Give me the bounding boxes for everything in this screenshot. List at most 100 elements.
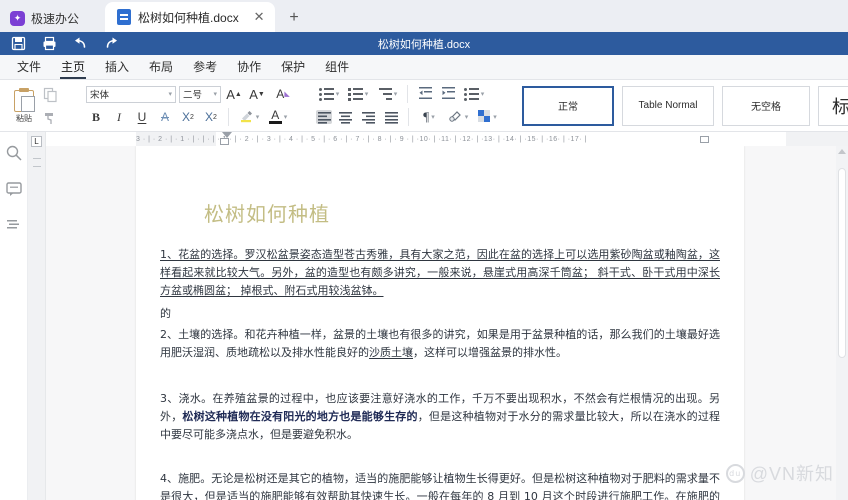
quick-access-toolbar bbox=[0, 35, 120, 52]
format-painter-icon[interactable] bbox=[42, 109, 59, 126]
save-icon[interactable] bbox=[10, 35, 27, 52]
menu-item-home[interactable]: 主页 bbox=[52, 55, 94, 79]
strikethrough-button[interactable]: A bbox=[155, 108, 175, 127]
style-table-normal-label: Table Normal bbox=[638, 100, 698, 111]
underline-button[interactable]: U bbox=[132, 108, 152, 127]
app-logo-icon: ✦ bbox=[10, 10, 25, 26]
chevron-down-icon: ▾ bbox=[335, 91, 340, 98]
shading-button[interactable]: ▾ bbox=[445, 108, 471, 127]
document-canvas[interactable]: 松树如何种植 1、花盆的选择。罗汉松盆景姿态造型苍古秀雅，具有大家之范，因此在盆… bbox=[46, 146, 848, 500]
align-left-button[interactable] bbox=[316, 110, 332, 124]
strikethrough-label: A bbox=[160, 110, 169, 124]
increase-indent-icon bbox=[441, 86, 456, 103]
superscript-marker: 2 bbox=[190, 113, 194, 121]
show-marks-button[interactable]: ¶ ▾ bbox=[416, 108, 442, 127]
paste-button[interactable]: 粘贴 bbox=[6, 87, 42, 124]
font-size-combo[interactable]: 二号 ▾ bbox=[179, 85, 221, 103]
chevron-down-icon: ▾ bbox=[431, 114, 435, 121]
menu-item-component[interactable]: 组件 bbox=[316, 55, 358, 79]
redo-icon[interactable] bbox=[103, 35, 120, 52]
font-color-button[interactable]: A ▾ bbox=[265, 108, 291, 127]
paragraph-1[interactable]: 1、花盆的选择。罗汉松盆景姿态造型苍古秀雅，具有大家之范，因此在盆的选择上可以选… bbox=[160, 246, 720, 300]
paragraph-3[interactable]: 3、浇水。在养殖盆景的过程中，也应该要注意好浇水的工作，千万不要出现积水，不然会… bbox=[160, 390, 720, 444]
paragraph-4[interactable]: 4、施肥。无论是松树还是其它的植物，适当的施肥能够让植物生长得更好。但是松树这种… bbox=[160, 470, 720, 500]
document-tab-label: 松树如何种植.docx bbox=[138, 10, 239, 25]
style-heading-1[interactable]: 标题1 bbox=[818, 85, 848, 126]
decrease-indent-button[interactable] bbox=[415, 85, 435, 104]
bold-label: B bbox=[91, 109, 100, 124]
print-icon[interactable] bbox=[41, 35, 58, 52]
style-no-spacing[interactable]: 无空格 bbox=[722, 85, 810, 126]
font-name-value: 宋体 bbox=[90, 90, 110, 101]
shrink-font-caret-icon: ▼ bbox=[257, 90, 265, 98]
align-center-button[interactable] bbox=[335, 108, 355, 127]
menu-item-insert[interactable]: 插入 bbox=[96, 55, 138, 79]
ribbon-separator bbox=[408, 108, 409, 126]
right-indent-marker[interactable] bbox=[700, 136, 709, 143]
vertical-ruler[interactable]: L bbox=[28, 132, 46, 500]
outline-icon[interactable] bbox=[5, 216, 23, 234]
numbering-button[interactable]: ▾ bbox=[345, 85, 371, 104]
app-home-tab[interactable]: ✦ 极速办公 bbox=[0, 4, 94, 32]
search-icon[interactable] bbox=[5, 144, 23, 162]
menu-item-reference[interactable]: 参考 bbox=[184, 55, 226, 79]
scroll-up-arrow-icon[interactable] bbox=[838, 149, 846, 154]
borders-button[interactable]: ▾ bbox=[474, 108, 500, 127]
eraser-icon: ◣ bbox=[284, 91, 290, 98]
scrollbar-thumb[interactable] bbox=[838, 168, 846, 358]
italic-button[interactable]: I bbox=[109, 108, 129, 127]
bold-button[interactable]: B bbox=[86, 108, 106, 127]
paragraph-stray[interactable]: 的 bbox=[160, 305, 171, 321]
grow-font-caret-icon: ▲ bbox=[234, 90, 242, 98]
shrink-font-button[interactable]: A ▼ bbox=[247, 85, 267, 104]
menu-item-file[interactable]: 文件 bbox=[8, 55, 50, 79]
close-icon[interactable]: ✕ bbox=[251, 9, 267, 25]
align-right-button[interactable] bbox=[358, 108, 378, 127]
ribbon-separator bbox=[228, 108, 229, 126]
document-heading: 松树如何种植 bbox=[204, 202, 330, 226]
highlight-icon bbox=[239, 108, 254, 126]
style-heading-1-label: 标题1 bbox=[831, 96, 848, 117]
clipboard-mini-buttons bbox=[42, 86, 66, 126]
horizontal-ruler[interactable]: 3 · | · 2 · | · 1 · | · | · | · 1 · | · … bbox=[136, 132, 848, 146]
tab-strip: ✦ 极速办公 松树如何种植.docx ✕ + bbox=[0, 0, 848, 32]
document-tab[interactable]: 松树如何种植.docx ✕ bbox=[105, 2, 276, 32]
new-tab-icon[interactable]: + bbox=[283, 7, 305, 29]
left-sidebar bbox=[0, 132, 28, 500]
clear-formatting-button[interactable]: A ◣ bbox=[270, 85, 296, 104]
bullets-button[interactable]: ▾ bbox=[316, 85, 342, 104]
shrink-font-label: A bbox=[249, 86, 258, 102]
menu-item-protect[interactable]: 保护 bbox=[272, 55, 314, 79]
superscript-button[interactable]: X2 bbox=[178, 108, 198, 127]
align-justify-button[interactable] bbox=[381, 108, 401, 127]
increase-indent-button[interactable] bbox=[438, 85, 458, 104]
style-table-normal[interactable]: Table Normal bbox=[622, 85, 714, 126]
paragraph-3-emphasis: 松树这种植物在没有阳光的地方也是能够生存的 bbox=[182, 410, 418, 423]
vertical-scrollbar[interactable] bbox=[836, 146, 848, 500]
undo-icon[interactable] bbox=[72, 35, 89, 52]
grow-font-button[interactable]: A ▲ bbox=[224, 85, 244, 104]
highlight-button[interactable]: ▾ bbox=[236, 108, 262, 127]
document-page[interactable]: 松树如何种植 1、花盆的选择。罗汉松盆景姿态造型苍古秀雅，具有大家之范，因此在盆… bbox=[136, 146, 744, 500]
menu-item-collab[interactable]: 协作 bbox=[228, 55, 270, 79]
align-justify-icon bbox=[384, 111, 398, 124]
chevron-down-icon: ▾ bbox=[213, 91, 217, 98]
comment-icon[interactable] bbox=[5, 180, 23, 198]
chevron-down-icon: ▾ bbox=[364, 91, 369, 98]
menu-item-layout[interactable]: 布局 bbox=[140, 55, 182, 79]
tab-stop-selector[interactable]: L bbox=[31, 136, 42, 147]
paragraph-2-after: ，这样可以增强盆景的排水性。 bbox=[413, 346, 567, 359]
subscript-button[interactable]: X2 bbox=[201, 108, 221, 127]
clear-formatting-label: A bbox=[276, 87, 285, 101]
font-color-label: A bbox=[271, 108, 280, 122]
copy-icon[interactable] bbox=[42, 86, 59, 103]
line-spacing-button[interactable]: ▾ bbox=[461, 85, 487, 104]
paragraph-2[interactable]: 2、土壤的选择。和花卉种植一样，盆景的土壤也有很多的讲究，如果是用于盆景种植的话… bbox=[160, 326, 720, 362]
multilevel-list-button[interactable]: ▾ bbox=[374, 85, 400, 104]
font-name-combo[interactable]: 宋体 ▾ bbox=[86, 85, 176, 103]
left-indent-marker[interactable] bbox=[220, 138, 229, 145]
title-bar: 松树如何种植.docx bbox=[0, 32, 848, 55]
line-spacing-icon bbox=[463, 87, 479, 101]
subscript-marker: 2 bbox=[213, 113, 217, 121]
style-normal[interactable]: 正常 bbox=[522, 85, 614, 126]
